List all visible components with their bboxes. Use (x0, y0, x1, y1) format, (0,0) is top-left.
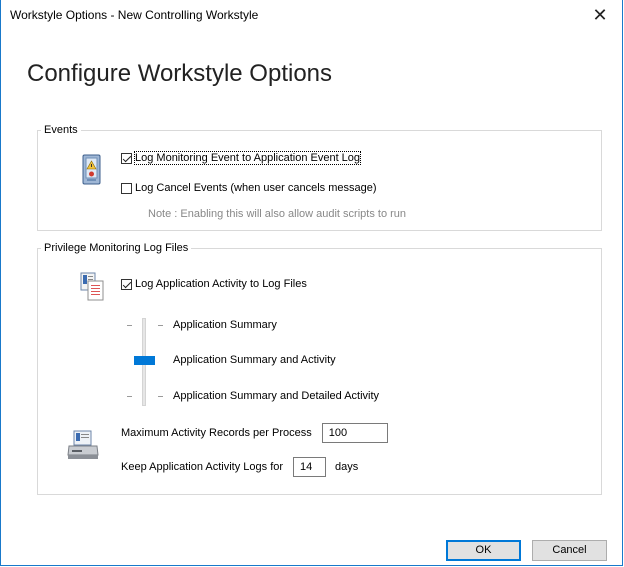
log-activity-label: Log Application Activity to Log Files (135, 278, 307, 290)
max-records-label: Maximum Activity Records per Process (121, 427, 312, 439)
keep-logs-label: Keep Application Activity Logs for (121, 461, 284, 473)
slider-tick (158, 325, 163, 326)
log-monitoring-checkbox-row[interactable]: Log Monitoring Event to Application Even… (121, 151, 362, 165)
slider-tick (158, 396, 163, 397)
audit-note: Note : Enabling this will also allow aud… (148, 208, 407, 220)
log-cancel-label: Log Cancel Events (when user cancels mes… (135, 182, 377, 194)
dialog-window: Workstyle Options - New Controlling Work… (0, 0, 623, 566)
keep-logs-row: Keep Application Activity Logs for 14 da… (121, 457, 358, 477)
log-activity-checkbox-row[interactable]: Log Application Activity to Log Files (121, 278, 307, 290)
keep-logs-unit: days (335, 461, 359, 473)
slider-tick (127, 325, 132, 326)
slider-thumb[interactable] (134, 356, 155, 365)
level-label-2: Application Summary and Detailed Activit… (173, 390, 380, 402)
ok-button[interactable]: OK (446, 540, 521, 561)
close-icon: ✕ (592, 5, 608, 25)
slider-tick (127, 396, 132, 397)
page-header: Configure Workstyle Options (27, 60, 333, 87)
log-files-icon (80, 272, 104, 301)
level-label-1: Application Summary and Activity (173, 354, 336, 366)
log-cancel-checkbox-row[interactable]: Log Cancel Events (when user cancels mes… (121, 182, 377, 194)
max-records-row: Maximum Activity Records per Process 100 (121, 423, 388, 443)
max-records-input[interactable]: 100 (321, 423, 388, 443)
disk-storage-icon (67, 430, 99, 459)
events-legend: Events (44, 124, 78, 136)
cancel-button[interactable]: Cancel (532, 540, 607, 561)
window-title: Workstyle Options - New Controlling Work… (10, 8, 259, 22)
event-log-icon (82, 154, 101, 185)
log-activity-checkbox[interactable] (121, 278, 132, 290)
log-monitoring-label: Log Monitoring Event to Application Even… (133, 151, 362, 165)
level-label-0: Application Summary (173, 319, 277, 331)
log-monitoring-checkbox[interactable] (121, 152, 132, 164)
log-cancel-checkbox[interactable] (121, 182, 132, 194)
keep-logs-input[interactable]: 14 (293, 457, 327, 477)
privilege-legend: Privilege Monitoring Log Files (44, 242, 189, 254)
close-button[interactable]: ✕ (578, 0, 622, 30)
